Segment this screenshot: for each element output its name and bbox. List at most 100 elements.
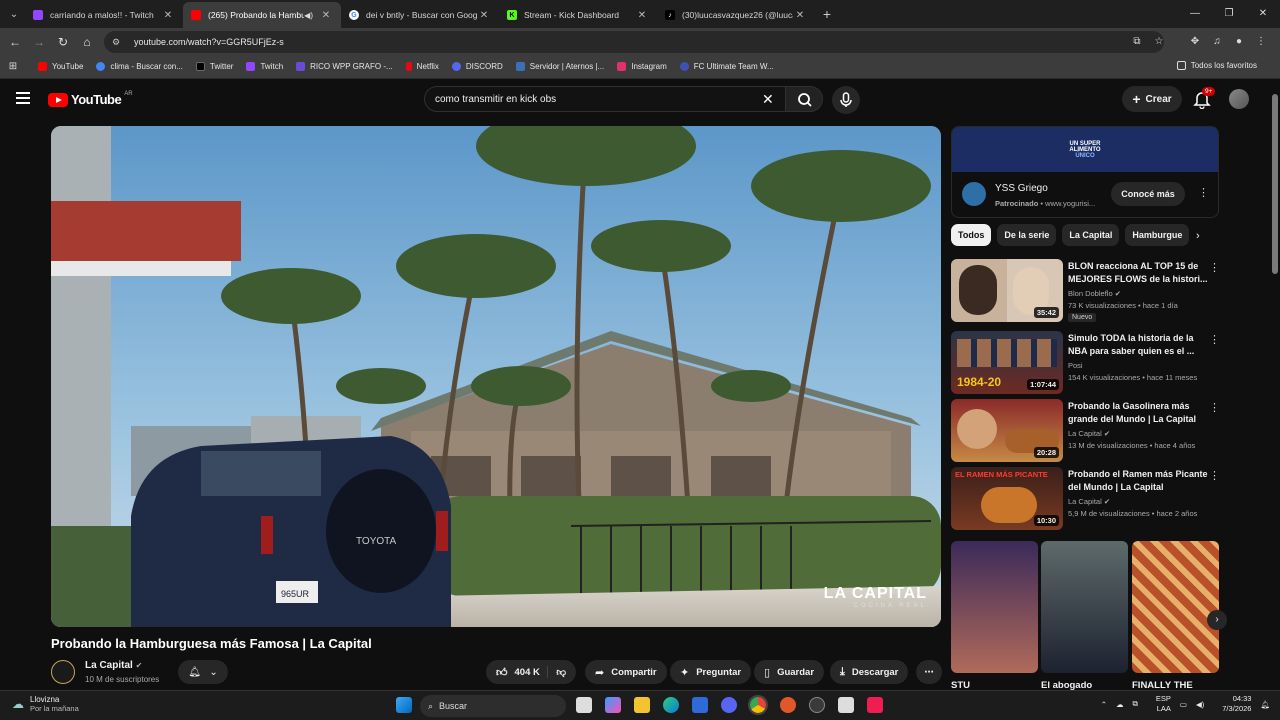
windows-start-icon[interactable] [396, 697, 412, 713]
short-thumbnail[interactable] [1132, 541, 1219, 673]
browser-tab-active[interactable]: (265) Probando la Hamburg ◀) ✕ [183, 2, 341, 28]
browser-tab[interactable]: ♪ (30)luucasvazquez26 (@luucas ✕ [657, 2, 815, 28]
store-icon[interactable] [692, 697, 708, 713]
close-tab-icon[interactable]: ✕ [793, 10, 807, 21]
notifications-icon[interactable]: 🔔︎ [1260, 700, 1270, 709]
media-control-icon[interactable]: ♫ [1206, 36, 1228, 47]
bookmark-twitch[interactable]: Twitch [246, 62, 283, 71]
save-button[interactable]: ▯ Guardar [754, 660, 825, 684]
more-dots-icon[interactable]: ⋮ [1209, 469, 1220, 482]
network-icon[interactable]: ⧉ [1133, 699, 1138, 709]
apps-grid-icon[interactable]: ⊞ [0, 61, 26, 72]
extensions-icon[interactable]: ✥ [1184, 36, 1206, 47]
app-icon[interactable] [838, 697, 854, 713]
create-button[interactable]: + Crear [1122, 86, 1182, 112]
menu-hamburger-icon[interactable] [16, 92, 30, 104]
all-bookmarks[interactable]: Todos los favoritos [1176, 61, 1257, 70]
bookmark-aternos[interactable]: Servidor | Aternos |... [515, 62, 604, 71]
brave-icon[interactable] [780, 697, 796, 713]
recommendation-item[interactable]: EL RAMEN MÁS PICANTE 10:30 Probando el R… [951, 467, 1220, 531]
speaker-icon[interactable]: ◀) [304, 11, 313, 20]
recommendation-item[interactable]: 35:42 BLON reacciona AL TOP 15 de MEJORE… [951, 259, 1220, 323]
edge-icon[interactable] [663, 697, 679, 713]
chip-la-capital[interactable]: La Capital [1062, 224, 1120, 246]
restore-icon[interactable]: ❐ [1212, 0, 1246, 28]
subscription-bell-button[interactable]: 🔔︎ ⌄ [178, 660, 228, 684]
close-tab-icon[interactable]: ✕ [161, 10, 175, 21]
speaker-icon[interactable]: ◀) [1196, 700, 1204, 709]
menu-dots-icon[interactable]: ⋮ [1250, 36, 1272, 47]
bookmark-fc[interactable]: FC Ultimate Team W... [679, 62, 774, 71]
taskbar-search[interactable]: ⌕ Buscar [420, 695, 566, 717]
discord-icon[interactable] [721, 697, 737, 713]
bookmark-clima[interactable]: clima - Buscar con... [96, 62, 183, 71]
tab-search-button[interactable]: ⌄ [3, 3, 25, 25]
channel-avatar[interactable] [51, 660, 75, 684]
scrollbar-thumb[interactable] [1272, 94, 1278, 274]
shorts-next-button[interactable]: › [1207, 610, 1227, 630]
keyboard-language[interactable]: ESP LAA [1147, 694, 1171, 714]
chevron-up-icon[interactable]: ⌃ [1101, 700, 1107, 709]
site-info-icon[interactable]: ⚙ [112, 37, 126, 48]
chevron-right-icon[interactable]: › [1196, 230, 1200, 242]
share-button[interactable]: ➦ Compartir [585, 660, 667, 684]
close-tab-icon[interactable]: ✕ [635, 10, 649, 21]
minimize-icon[interactable]: — [1178, 0, 1212, 28]
chrome-icon[interactable] [748, 695, 768, 715]
more-dots-icon[interactable]: ⋮ [1209, 261, 1220, 274]
bookmark-rico[interactable]: RICO WPP GRAFO -... [296, 62, 393, 71]
search-input[interactable]: como transmitir en kick obs [424, 86, 788, 112]
bookmark-netflix[interactable]: Netflix [405, 62, 439, 71]
browser-tab[interactable]: G dei v bntly - Buscar con Google ✕ [341, 2, 499, 28]
monitor-icon[interactable]: ▭ [1180, 700, 1187, 709]
bookmark-instagram[interactable]: Instagram [617, 62, 667, 71]
ad-cta-button[interactable]: Conocé más [1111, 182, 1185, 206]
forward-icon[interactable]: → [27, 35, 51, 49]
account-avatar[interactable] [1229, 89, 1249, 109]
obs-icon[interactable] [809, 697, 825, 713]
video-player[interactable]: TOYOTA 965UR LA CAPITAL COCINA REAL [51, 126, 941, 627]
chip-hamburguesa[interactable]: Hamburgue [1125, 224, 1190, 246]
voice-search-button[interactable] [832, 86, 860, 114]
bookmark-twitter[interactable]: Twitter [195, 62, 233, 71]
install-app-icon[interactable]: ⧉ [1126, 36, 1148, 47]
reload-icon[interactable]: ↻ [51, 35, 75, 49]
clear-search-icon[interactable]: ✕ [762, 90, 774, 108]
short-thumbnail[interactable] [951, 541, 1038, 673]
more-dots-icon[interactable]: ⋮ [1209, 333, 1220, 346]
chip-de-la-serie[interactable]: De la serie [997, 224, 1057, 246]
chip-todos[interactable]: Todos [951, 224, 992, 246]
close-window-icon[interactable]: ✕ [1246, 0, 1280, 28]
browser-tab[interactable]: K Stream - Kick Dashboard ✕ [499, 2, 657, 28]
url-field[interactable]: ⚙ youtube.com/watch?v=GGR5UFjEz-s [104, 31, 1164, 53]
clock[interactable]: 04:33 7/3/2026 [1213, 694, 1251, 714]
more-actions-button[interactable]: ⋯ [916, 660, 942, 684]
short-thumbnail[interactable] [1041, 541, 1128, 673]
task-view-icon[interactable] [576, 697, 592, 713]
more-dots-icon[interactable]: ⋮ [1198, 186, 1209, 199]
file-explorer-icon[interactable] [634, 697, 650, 713]
weather-widget[interactable]: ☁ Llovizna Por la mañana [12, 695, 79, 713]
browser-tab[interactable]: carriando a malos!! - Twitch ✕ [25, 2, 183, 28]
more-dots-icon[interactable]: ⋮ [1209, 401, 1220, 414]
recommendation-item[interactable]: 1984-20 1:07:44 Simulo TODA la historia … [951, 331, 1220, 395]
widgets-icon[interactable] [605, 697, 621, 713]
bookmark-star-icon[interactable]: ☆ [1148, 36, 1170, 47]
page-scrollbar[interactable] [1270, 80, 1280, 690]
bookmark-discord[interactable]: DISCORD [451, 62, 503, 71]
channel-name[interactable]: La Capital ✔ [85, 660, 142, 671]
youtube-logo[interactable]: YouTube AR [48, 91, 133, 107]
sponsored-ad[interactable]: UN SUPER ALIMENTO ÚNICO YSS Griego Patro… [951, 126, 1219, 218]
back-icon[interactable]: ← [3, 35, 27, 49]
bookmark-youtube[interactable]: YouTube [38, 62, 83, 71]
profile-icon[interactable]: ● [1228, 36, 1250, 47]
new-tab-button[interactable]: + [815, 6, 839, 22]
close-tab-icon[interactable]: ✕ [319, 10, 333, 21]
search-button[interactable] [785, 86, 823, 112]
ask-button[interactable]: ✦ Preguntar [670, 660, 752, 684]
recommendation-item[interactable]: 20:28 Probando la Gasolinera más grande … [951, 399, 1220, 463]
home-icon[interactable]: ⌂ [75, 35, 99, 49]
tiktok-icon[interactable] [867, 697, 883, 713]
close-tab-icon[interactable]: ✕ [477, 10, 491, 21]
download-button[interactable]: ⤓ Descargar [830, 660, 909, 684]
